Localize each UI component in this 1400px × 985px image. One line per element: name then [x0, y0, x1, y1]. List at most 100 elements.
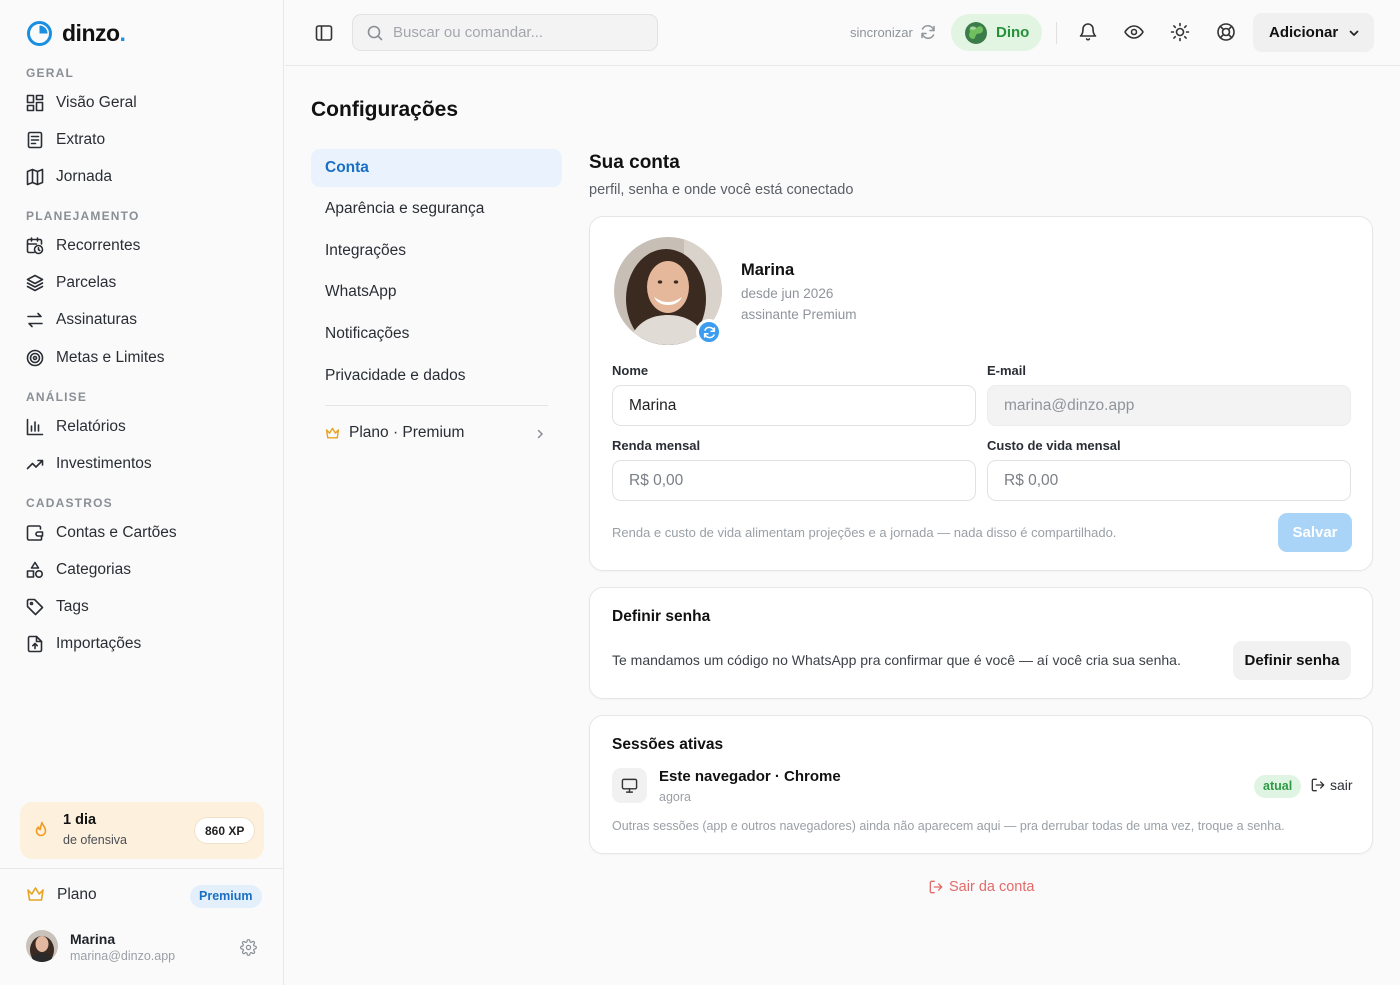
streak-card[interactable]: 1 dia de ofensiva 860 XP [20, 802, 264, 859]
sidebar-item-investimentos[interactable]: Investimentos [26, 452, 152, 476]
layers-icon [26, 274, 44, 292]
sun-icon[interactable] [1170, 22, 1190, 42]
cost-field[interactable] [987, 460, 1351, 501]
xp-badge: 860 XP [194, 817, 256, 844]
add-label: Adicionar [1269, 24, 1339, 41]
sidebar-item-visao-geral[interactable]: Visão Geral [26, 91, 137, 115]
sidebar-item-label: Visão Geral [56, 94, 137, 111]
sidebar-item-plano[interactable]: Plano [26, 885, 97, 904]
sidebar-item-label: Extrato [56, 131, 106, 148]
sidebar-item-extrato[interactable]: Extrato [26, 128, 105, 152]
dino-pet-button[interactable]: Dino [951, 14, 1042, 51]
sidebar-item-relatorios[interactable]: Relatórios [26, 415, 126, 439]
sync-label: sincronizar [850, 24, 913, 40]
logout-label: Sair da conta [949, 879, 1035, 895]
help-lifebuoy-icon[interactable] [1216, 22, 1236, 42]
password-card: Definir senha Te mandamos um código no W… [589, 587, 1373, 699]
eye-icon[interactable] [1124, 22, 1144, 42]
sidebar-item-jornada[interactable]: Jornada [26, 165, 112, 189]
settings-tab-notificacoes[interactable]: Notificações [311, 315, 562, 353]
profile-subscription: assinante Premium [741, 307, 857, 322]
cost-label: Custo de vida mensal [987, 438, 1121, 453]
section-title-planejamento: PLANEJAMENTO [26, 209, 140, 223]
logo-icon [26, 20, 53, 47]
monitor-icon [612, 768, 647, 803]
sidebar-item-parcelas[interactable]: Parcelas [26, 271, 116, 295]
session-time: agora [659, 790, 691, 804]
user-name: Marina [70, 931, 116, 947]
sidebar-item-label: Tags [56, 598, 89, 615]
session-logout-label: sair [1330, 777, 1353, 793]
chevron-right-icon [534, 428, 546, 440]
calendar-clock-icon [26, 237, 44, 255]
flame-icon [34, 821, 50, 839]
profile-card: Marina desde jun 2026 assinante Premium … [589, 216, 1373, 571]
logo-text: dinzo. [62, 20, 126, 46]
sidebar-item-importacoes[interactable]: Importações [26, 632, 141, 656]
sync-button[interactable]: sincronizar [850, 24, 936, 40]
session-logout-button[interactable]: sair [1311, 777, 1353, 793]
name-label: Nome [612, 363, 649, 378]
settings-tab-integracoes[interactable]: Integrações [311, 232, 562, 270]
privacy-note: Renda e custo de vida alimentam projeçõe… [612, 525, 1117, 540]
streak-label: de ofensiva [63, 833, 127, 847]
bell-icon[interactable] [1078, 22, 1098, 42]
avatar [26, 930, 58, 962]
section-title-geral: GERAL [26, 66, 74, 80]
page-title: Configurações [311, 98, 459, 121]
income-field[interactable] [612, 460, 976, 501]
divider [0, 868, 284, 869]
save-button[interactable]: Salvar [1278, 513, 1352, 552]
set-password-button[interactable]: Definir senha [1233, 641, 1351, 680]
password-text: Te mandamos um código no WhatsApp pra co… [612, 652, 1181, 668]
settings-tab-conta[interactable]: Conta [311, 149, 562, 187]
tag-icon [26, 598, 44, 616]
sidebar-item-recorrentes[interactable]: Recorrentes [26, 234, 140, 258]
sidebar-item-label: Investimentos [56, 455, 152, 472]
income-label: Renda mensal [612, 438, 701, 453]
wallet-icon [26, 524, 44, 542]
sessions-note: Outras sessões (app e outros navegadores… [612, 819, 1285, 833]
sidebar-item-contas-e-cartoes[interactable]: Contas e Cartões [26, 521, 177, 545]
search-bar[interactable] [352, 14, 658, 51]
sidebar-item-label: Parcelas [56, 274, 117, 291]
name-field[interactable] [612, 385, 976, 426]
sidebar-item-label: Categorias [56, 561, 131, 578]
chevron-down-icon [1348, 27, 1360, 39]
logout-button[interactable]: Sair da conta [929, 879, 1034, 895]
sidebar-item-tags[interactable]: Tags [26, 595, 89, 619]
settings-tab-whatsapp[interactable]: WhatsApp [311, 273, 562, 311]
divider [325, 405, 548, 406]
topbar: sincronizar Dino Adicionar [285, 0, 1400, 66]
search-input[interactable] [393, 24, 633, 41]
plan-link[interactable]: Plano · Premium [325, 424, 464, 442]
sidebar-item-label: Relatórios [56, 418, 126, 435]
current-session-badge: atual [1254, 775, 1302, 798]
sidebar-item-categorias[interactable]: Categorias [26, 558, 131, 582]
sidebar-item-label: Metas e Limites [56, 349, 165, 366]
sidebar-item-assinaturas[interactable]: Assinaturas [26, 308, 137, 332]
sidebar-item-metas-e-limites[interactable]: Metas e Limites [26, 346, 165, 370]
settings-tab-aparencia[interactable]: Aparência e segurança [311, 190, 562, 228]
sidebar-item-label: Contas e Cartões [56, 524, 177, 541]
divider [1056, 22, 1057, 44]
profile-since: desde jun 2026 [741, 286, 834, 301]
password-title: Definir senha [612, 608, 711, 625]
logout-icon [1311, 778, 1325, 792]
crown-icon [325, 426, 340, 441]
avatar-sync-icon[interactable] [696, 319, 722, 345]
email-field [987, 385, 1351, 426]
grid-icon [26, 94, 44, 112]
refresh-icon [920, 24, 936, 40]
user-email: marina@dinzo.app [70, 949, 176, 963]
section-title-cadastros: CADASTROS [26, 496, 113, 510]
crown-icon [26, 885, 45, 904]
settings-tab-privacidade[interactable]: Privacidade e dados [311, 357, 562, 395]
logo[interactable]: dinzo. [26, 20, 126, 47]
settings-gear-icon[interactable] [240, 939, 257, 956]
add-button[interactable]: Adicionar [1253, 13, 1374, 52]
arrows-swap-icon [26, 311, 44, 329]
file-import-icon [26, 635, 44, 653]
sidebar-toggle-icon[interactable] [315, 24, 333, 42]
email-label: E-mail [987, 363, 1027, 378]
